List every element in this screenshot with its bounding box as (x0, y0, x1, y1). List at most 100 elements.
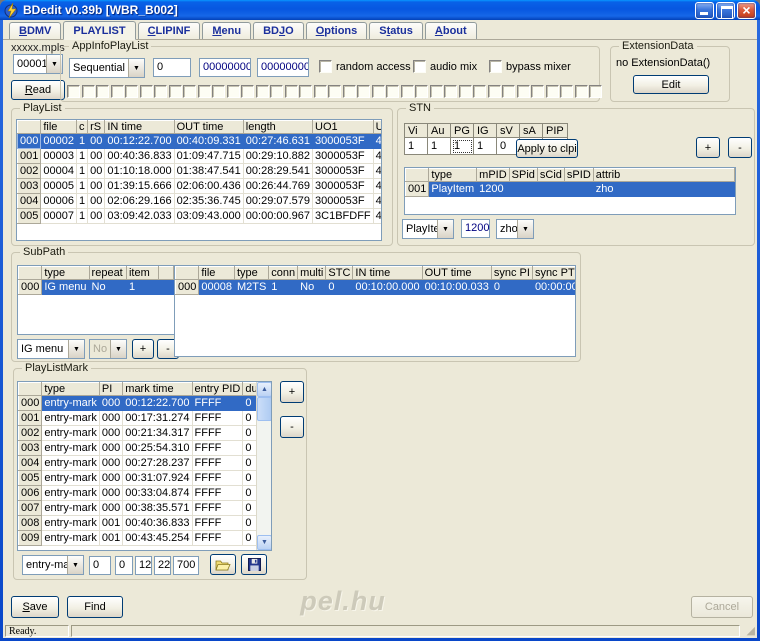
scrollbar-thumb[interactable] (257, 397, 271, 421)
tab-menu[interactable]: Menu (202, 22, 252, 39)
subplayitem-list[interactable]: file type conn multi STC IN time OUT time sync … (174, 265, 576, 357)
mark-type-select[interactable]: entry-mark ▼ (22, 555, 84, 575)
count-cell[interactable]: 1 (427, 137, 451, 155)
stn-stream-list[interactable]: type mPID SPid sCid sPID attrib 001 PlayItem 12… (404, 167, 736, 215)
close-button[interactable] (737, 1, 756, 19)
subpath-list[interactable]: type repeat item 000 IG menu No 1 (17, 265, 175, 335)
bypass-mixer-checkbox[interactable]: bypass mixer (489, 60, 571, 73)
uo-flag-checkbox[interactable] (154, 85, 167, 98)
uo-flag-checkbox[interactable] (168, 85, 182, 98)
chevron-down-icon[interactable]: ▼ (517, 220, 533, 238)
minimize-button[interactable] (695, 1, 714, 19)
uo-flag-checkbox[interactable] (386, 85, 399, 98)
table-row[interactable]: 002 00004 1 00 01:10:18.000 01:38:47.541 00:28… (17, 163, 381, 179)
uo-flag-checkbox[interactable] (371, 85, 385, 98)
playback-type-select[interactable]: Sequential ▼ (69, 58, 145, 78)
uo-flag-checkbox[interactable] (284, 85, 298, 98)
uo-flag-checkbox[interactable] (531, 85, 544, 98)
table-row[interactable]: 000 00002 1 00 00:12:22.700 00:40:09.331 00:27… (17, 133, 381, 149)
table-row[interactable]: 001 00003 1 00 00:40:36.833 01:09:47.715 00:29… (17, 148, 381, 164)
uo-flag-checkbox[interactable] (241, 85, 254, 98)
table-row[interactable]: 000 entry-mark 000 00:12:22.700 FFFF 0 (18, 395, 271, 411)
table-row[interactable]: 005 entry-mark 000 00:31:07.924 FFFF 0 (18, 470, 271, 486)
table-row[interactable]: 000 IG menu No 1 (18, 279, 174, 295)
table-row[interactable]: 007 entry-mark 000 00:38:35.571 FFFF 0 (18, 500, 271, 516)
uo-flag-checkbox[interactable] (96, 85, 109, 98)
uo-flag-checkbox[interactable] (473, 85, 486, 98)
stn-add-button[interactable]: + (696, 137, 720, 158)
table-row[interactable]: 003 00005 1 00 01:39:15.666 02:06:00.436 00:26… (17, 178, 381, 194)
mark-remove-button[interactable]: - (280, 416, 304, 438)
uo-flag-checkbox[interactable] (255, 85, 269, 98)
find-button[interactable]: Find (67, 596, 123, 618)
table-row[interactable]: 008 entry-mark 001 00:40:36.833 FFFF 0 (18, 515, 271, 531)
mark-add-button[interactable]: + (280, 381, 304, 403)
audio-mix-checkbox[interactable]: audio mix (413, 60, 477, 73)
playlist-list[interactable]: filecrSIN timeOUT timelengthUO1UO2An 000… (16, 119, 382, 241)
subpath-type-select[interactable]: IG menu ▼ (17, 339, 85, 359)
uo-flag-checkbox[interactable] (458, 85, 472, 98)
count-cell[interactable]: 1 (473, 137, 497, 155)
table-row[interactable]: 006 entry-mark 000 00:33:04.874 FFFF 0 (18, 485, 271, 501)
table-row[interactable]: 002 entry-mark 000 00:21:34.317 FFFF 0 (18, 425, 271, 441)
table-row[interactable]: 004 00006 1 00 02:06:29.166 02:35:36.745 00:29… (17, 193, 381, 209)
tab-about[interactable]: About (424, 22, 477, 39)
scroll-up-icon[interactable]: ▲ (257, 382, 271, 397)
uo-flag-checkbox[interactable] (313, 85, 327, 98)
uo-flag-checkbox[interactable] (415, 85, 428, 98)
playlist-number-select[interactable]: 00001 ▼ (13, 54, 63, 74)
uo-flag-checkbox[interactable] (183, 85, 196, 98)
maximize-button[interactable] (716, 1, 735, 19)
uo-flag-checkbox[interactable] (299, 85, 312, 98)
table-row[interactable]: 003 entry-mark 000 00:25:54.310 FFFF 0 (18, 440, 271, 456)
mark-field-1[interactable]: 0 (89, 556, 111, 575)
title-bar[interactable]: BDedit v0.39b [WBR_B002] (0, 0, 760, 20)
chevron-down-icon[interactable]: ▼ (128, 59, 144, 77)
chevron-down-icon[interactable]: ▼ (68, 340, 84, 358)
uo-flag-checkbox[interactable] (516, 85, 530, 98)
uo-flag-checkbox[interactable] (545, 85, 559, 98)
table-row[interactable]: 000 00008 M2TS 1 No 0 00:10:00.000 00:10:00.033… (175, 279, 575, 295)
uo-flag-checkbox[interactable] (110, 85, 124, 98)
table-row[interactable]: 001 entry-mark 000 00:17:31.274 FFFF 0 (18, 410, 271, 426)
uo-mask1-field[interactable]: 00000000 (199, 58, 251, 77)
uo-flag-checkbox[interactable] (560, 85, 573, 98)
table-row[interactable]: 004 entry-mark 000 00:27:28.237 FFFF 0 (18, 455, 271, 471)
uo-mask2-field[interactable]: 00000000 (257, 58, 309, 77)
uo-flag-checkbox[interactable] (67, 85, 80, 98)
tab-playlist[interactable]: PLAYLIST (63, 21, 136, 40)
chevron-down-icon[interactable]: ▼ (67, 556, 83, 574)
mark-field-4[interactable]: 22 (154, 556, 171, 575)
scrollbar[interactable]: ▲ ▼ (256, 382, 271, 550)
uo-flag-checkbox[interactable] (342, 85, 356, 98)
save-button[interactable]: Save (11, 596, 59, 618)
count-cell[interactable]: 1 (404, 137, 428, 155)
subpath-add-button[interactable]: + (132, 339, 154, 359)
uo-flag-checkbox[interactable] (400, 85, 414, 98)
stn-type-select[interactable]: PlayItem ▼ (402, 219, 454, 239)
tab-clipinf[interactable]: CLIPINF (137, 22, 201, 39)
extension-edit-button[interactable]: Edit (633, 75, 709, 94)
apply-to-clpi-button[interactable]: Apply to clpi (516, 139, 578, 158)
uo-flag-checkbox[interactable] (574, 85, 588, 98)
uo-flag-checkbox[interactable] (139, 85, 153, 98)
uo-flag-checkbox[interactable] (226, 85, 240, 98)
uo-flag-checkbox[interactable] (357, 85, 370, 98)
playback-count-field[interactable]: 0 (153, 58, 191, 77)
uo-flag-checkbox[interactable] (502, 85, 515, 98)
tab-bdjo[interactable]: BDJO (253, 22, 304, 39)
uo-flag-checkbox[interactable] (429, 85, 443, 98)
table-row[interactable]: 009 entry-mark 001 00:43:45.254 FFFF 0 (18, 530, 271, 546)
stn-pid-field[interactable]: 1200 (461, 219, 490, 238)
uo-flag-checkbox[interactable] (197, 85, 211, 98)
uo-flag-checkbox[interactable] (328, 85, 341, 98)
uo-flag-checkbox[interactable] (487, 85, 501, 98)
scroll-down-icon[interactable]: ▼ (257, 535, 271, 550)
table-row[interactable]: 001 PlayItem 1200 zho (405, 181, 735, 197)
random-access-checkbox[interactable]: random access (319, 60, 411, 73)
table-row[interactable]: 005 00007 1 00 03:09:42.033 03:09:43.000 00:00… (17, 208, 381, 224)
open-button[interactable] (210, 554, 236, 575)
tab-status[interactable]: Status (369, 22, 423, 39)
mark-field-2[interactable]: 0 (115, 556, 133, 575)
playlistmark-list[interactable]: typePImark timeentry PIDduration 000entr… (17, 381, 272, 551)
